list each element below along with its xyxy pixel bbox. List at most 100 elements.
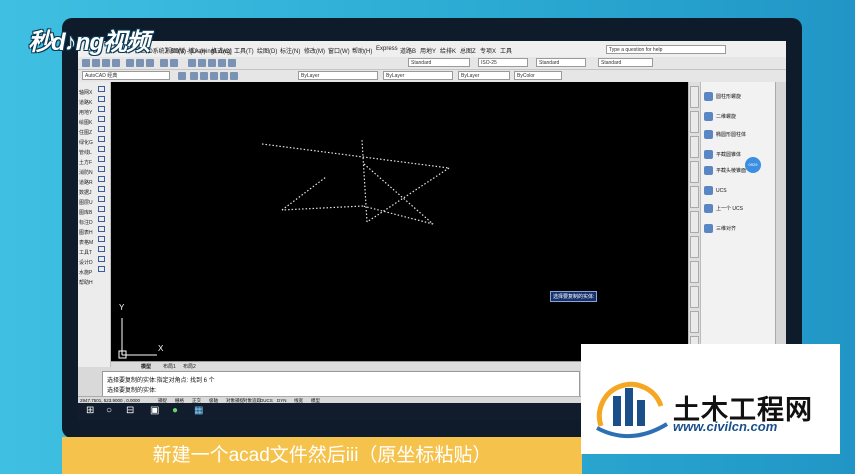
draw-tool-icon[interactable] bbox=[98, 156, 105, 162]
palette-tool-item[interactable]: UCS bbox=[704, 186, 727, 195]
color-combo[interactable]: ByColor bbox=[514, 71, 562, 80]
task-view-icon[interactable]: ⊟ bbox=[126, 405, 134, 416]
menu-item-drain[interactable]: 给排K bbox=[440, 46, 456, 55]
command-window[interactable]: 选择要复制的实体:指定对角点: 找到 6 个 选择要复制的实体: bbox=[102, 371, 580, 397]
menu-item-dimension[interactable]: 标注(N) bbox=[280, 46, 300, 55]
left-panel-item[interactable]: 标注D bbox=[79, 219, 93, 226]
palette-tab[interactable] bbox=[690, 211, 699, 233]
table-style-select[interactable]: Standard bbox=[536, 58, 586, 67]
left-panel-item[interactable]: 图层U bbox=[79, 199, 93, 206]
left-panel-item[interactable]: 消防N bbox=[79, 169, 93, 176]
mleader-style-select[interactable]: Standard bbox=[598, 58, 653, 67]
palette-tab[interactable] bbox=[690, 86, 699, 108]
menu-item-view[interactable]: 视图(V) bbox=[166, 46, 186, 55]
palette-tool-item[interactable]: 三维对齐 bbox=[704, 224, 736, 233]
search-icon[interactable]: ○ bbox=[106, 405, 112, 416]
palette-tab[interactable] bbox=[690, 236, 699, 258]
draw-tool-icon[interactable] bbox=[98, 196, 105, 202]
menu-item-special[interactable]: 专项X bbox=[480, 46, 496, 55]
linetype-combo[interactable]: ByLayer bbox=[383, 71, 453, 80]
drawing-canvas[interactable]: 选择要复制的实体: Y X bbox=[111, 82, 688, 361]
left-panel-item[interactable]: 工具T bbox=[79, 249, 92, 256]
tab-layout2[interactable]: 布局2 bbox=[183, 363, 196, 370]
lineweight-combo[interactable]: ByLayer bbox=[458, 71, 510, 80]
left-panel-item[interactable]: 水施P bbox=[79, 269, 92, 276]
left-panel-item[interactable]: 住图Z bbox=[79, 129, 92, 136]
save-icon[interactable] bbox=[102, 59, 110, 67]
menu-item-express[interactable]: Express bbox=[376, 46, 398, 52]
new-icon[interactable] bbox=[82, 59, 90, 67]
palette-tab[interactable] bbox=[690, 161, 699, 183]
arc-icon[interactable] bbox=[230, 72, 238, 80]
draw-tool-icon[interactable] bbox=[98, 136, 105, 142]
palette-tab[interactable] bbox=[690, 186, 699, 208]
tab-model[interactable]: 模型 bbox=[141, 363, 151, 370]
menu-item-land[interactable]: 用地Y bbox=[420, 46, 436, 55]
draw-tool-icon[interactable] bbox=[98, 126, 105, 132]
menu-item-format[interactable]: 格式(O) bbox=[211, 46, 232, 55]
left-panel-item[interactable]: 数据J bbox=[79, 189, 92, 196]
palette-tool-item[interactable]: 椭圆形圆柱体 bbox=[704, 130, 746, 139]
menu-item-draw[interactable]: 绘图(D) bbox=[257, 46, 277, 55]
left-panel-item[interactable]: 图表H bbox=[79, 229, 93, 236]
copy-icon[interactable] bbox=[136, 59, 144, 67]
left-panel-item[interactable]: 设计D bbox=[79, 259, 93, 266]
layer-icon[interactable] bbox=[178, 72, 186, 80]
cad-app-icon[interactable]: ▦ bbox=[194, 405, 203, 416]
menu-item-modify[interactable]: 修改(M) bbox=[304, 46, 325, 55]
left-panel-item[interactable]: 管线L bbox=[79, 149, 92, 156]
left-panel-item[interactable]: 道路R bbox=[79, 179, 93, 186]
undo-icon[interactable] bbox=[160, 59, 168, 67]
draw-tool-icon[interactable] bbox=[98, 236, 105, 242]
left-panel-item[interactable]: 轴网X bbox=[79, 89, 92, 96]
palette-tab[interactable] bbox=[690, 311, 699, 333]
draw-tool-icon[interactable] bbox=[98, 256, 105, 262]
design-center-icon[interactable] bbox=[218, 59, 226, 67]
redo-icon[interactable] bbox=[170, 59, 178, 67]
palette-tool-item[interactable]: 平截头棱锥面 bbox=[704, 166, 746, 175]
palette-tab[interactable] bbox=[690, 136, 699, 158]
palette-tab[interactable] bbox=[690, 111, 699, 133]
text-style-select[interactable]: Standard bbox=[408, 58, 470, 67]
construction-line-icon[interactable] bbox=[200, 72, 208, 80]
palette-title-bar[interactable] bbox=[775, 82, 786, 367]
draw-tool-icon[interactable] bbox=[98, 186, 105, 192]
command-prompt-line[interactable]: 选择要复制的实体: bbox=[107, 385, 157, 394]
draw-tool-icon[interactable] bbox=[98, 116, 105, 122]
polyline-icon[interactable] bbox=[210, 72, 218, 80]
palette-tab[interactable] bbox=[690, 286, 699, 308]
menu-item-tools2[interactable]: 工具 bbox=[500, 46, 512, 55]
menu-item-window[interactable]: 窗口(W) bbox=[328, 46, 350, 55]
draw-tool-icon[interactable] bbox=[98, 206, 105, 212]
palette-tool-item[interactable]: 圆柱形螺旋 bbox=[704, 92, 741, 101]
layer-combo[interactable]: ByLayer bbox=[298, 71, 378, 80]
app-icon[interactable]: ▣ bbox=[150, 405, 159, 416]
properties-icon[interactable] bbox=[208, 59, 216, 67]
tab-layout1[interactable]: 布局1 bbox=[163, 363, 176, 370]
draw-tool-icon[interactable] bbox=[98, 106, 105, 112]
menu-item-insert[interactable]: 插入(I) bbox=[188, 46, 206, 55]
dim-style-select[interactable]: ISO-25 bbox=[478, 58, 528, 67]
browser-icon[interactable]: ● bbox=[172, 405, 178, 416]
palette-tool-item[interactable]: 二维螺旋 bbox=[704, 112, 736, 121]
circle-icon[interactable] bbox=[220, 72, 228, 80]
left-panel-item[interactable]: 土方F bbox=[79, 159, 92, 166]
help-search-input[interactable]: Type a question for help bbox=[606, 45, 726, 54]
cut-icon[interactable] bbox=[126, 59, 134, 67]
menu-item-help[interactable]: 帮助(H) bbox=[352, 46, 372, 55]
left-panel-item[interactable]: 图库B bbox=[79, 209, 92, 216]
left-panel-item[interactable]: 绘图K bbox=[79, 119, 92, 126]
draw-tool-icon[interactable] bbox=[98, 246, 105, 252]
left-panel-item[interactable]: 道路K bbox=[79, 99, 92, 106]
zoom-icon[interactable] bbox=[198, 59, 206, 67]
palette-tab[interactable] bbox=[690, 261, 699, 283]
left-panel-item[interactable]: 表格M bbox=[79, 239, 93, 246]
open-icon[interactable] bbox=[92, 59, 100, 67]
draw-tool-icon[interactable] bbox=[98, 146, 105, 152]
workspace-select[interactable]: AutoCAD 经典 bbox=[82, 71, 170, 80]
draw-tool-icon[interactable] bbox=[98, 226, 105, 232]
menu-item-site[interactable]: 总图Z bbox=[460, 46, 476, 55]
tool-palette-icon[interactable] bbox=[228, 59, 236, 67]
palette-tool-item[interactable]: 上一个 UCS bbox=[704, 204, 743, 213]
menu-item-tools[interactable]: 工具(T) bbox=[234, 46, 254, 55]
